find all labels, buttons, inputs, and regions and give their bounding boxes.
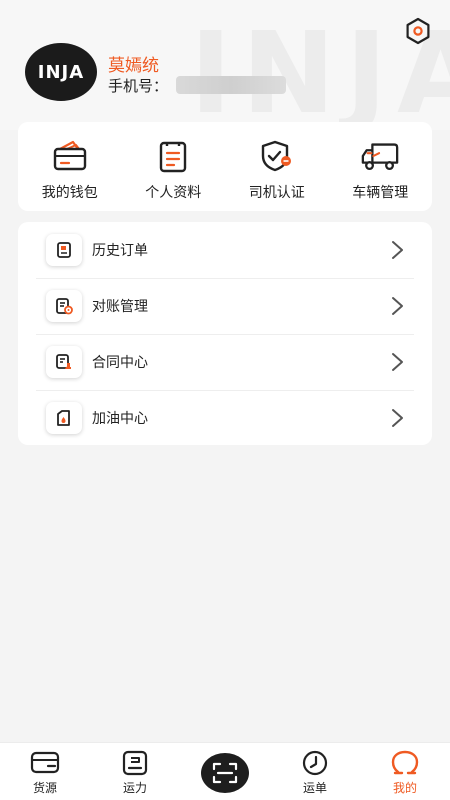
menu-item-label: 历史订单 <box>92 243 148 259</box>
waybill-clock-icon <box>302 750 328 776</box>
capacity-icon <box>122 750 148 776</box>
scan-button[interactable] <box>201 753 249 793</box>
chevron-right-icon <box>392 241 403 259</box>
cargo-icon <box>30 751 60 774</box>
menu-item-contract[interactable]: 合同中心 <box>18 334 432 390</box>
wallet-icon <box>53 140 86 171</box>
bottom-tab-bar: 货源 运力 运单 我的 <box>0 742 450 800</box>
tab-capacity[interactable]: 运力 <box>105 749 165 796</box>
settings-button[interactable] <box>403 16 433 46</box>
menu-item-order-history[interactable]: 历史订单 <box>18 222 432 278</box>
shield-check-icon <box>261 140 291 172</box>
menu-icon-frame <box>46 234 82 266</box>
phone-value-blurred <box>176 76 287 94</box>
tab-cargo[interactable]: 货源 <box>15 749 75 796</box>
user-name: 莫嫣统 <box>108 56 159 76</box>
tab-label: 我的 <box>392 781 417 795</box>
menu-icon-frame <box>46 346 82 378</box>
menu-icon-frame <box>46 402 82 434</box>
chevron-right-icon <box>392 353 403 371</box>
quick-action-vehicle[interactable]: 车辆管理 <box>330 138 430 202</box>
tab-waybill[interactable]: 运单 <box>285 749 345 796</box>
chevron-right-icon <box>392 297 403 315</box>
order-history-icon <box>57 242 71 258</box>
quick-action-label: 车辆管理 <box>352 185 409 201</box>
quick-action-driver-auth[interactable]: 司机认证 <box>227 138 327 202</box>
phone-row: 手机号： <box>108 75 287 95</box>
fuel-icon <box>57 410 70 426</box>
tab-label: 运力 <box>122 781 147 795</box>
quick-action-wallet[interactable]: 我的钱包 <box>20 138 120 202</box>
menu-item-label: 对账管理 <box>92 299 148 315</box>
menu-item-label: 加油中心 <box>92 411 148 427</box>
menu-item-fuel[interactable]: 加油中心 <box>18 390 432 445</box>
tab-label: 运单 <box>302 781 327 795</box>
profile-document-icon <box>160 141 187 173</box>
profile-header: INJA INJA 莫嫣统 手机号： <box>0 0 450 130</box>
avatar-logo-text: INJA <box>37 61 85 83</box>
menu-icon-frame <box>46 290 82 322</box>
quick-action-label: 司机认证 <box>248 185 305 201</box>
phone-label: 手机号： <box>108 76 169 95</box>
tab-mine[interactable]: 我的 <box>375 749 435 796</box>
quick-action-profile[interactable]: 个人资料 <box>123 138 223 202</box>
quick-action-label: 我的钱包 <box>41 185 98 201</box>
truck-icon <box>361 143 399 171</box>
tab-label: 货源 <box>32 781 57 795</box>
quick-action-label: 个人资料 <box>145 185 202 201</box>
chevron-right-icon <box>392 409 403 427</box>
avatar[interactable]: INJA <box>25 43 97 101</box>
quick-actions-card: 我的钱包 个人资料 司机认证 车辆管理 <box>18 122 432 211</box>
menu-item-label: 合同中心 <box>92 355 148 371</box>
mine-icon <box>391 750 419 775</box>
settings-icon <box>406 17 430 45</box>
reconciliation-icon <box>56 298 73 315</box>
menu-list-card: 历史订单 对账管理 合同中心 加油中心 <box>18 222 432 445</box>
scan-icon <box>212 762 238 784</box>
menu-item-reconciliation[interactable]: 对账管理 <box>18 278 432 334</box>
contract-icon <box>56 354 71 369</box>
